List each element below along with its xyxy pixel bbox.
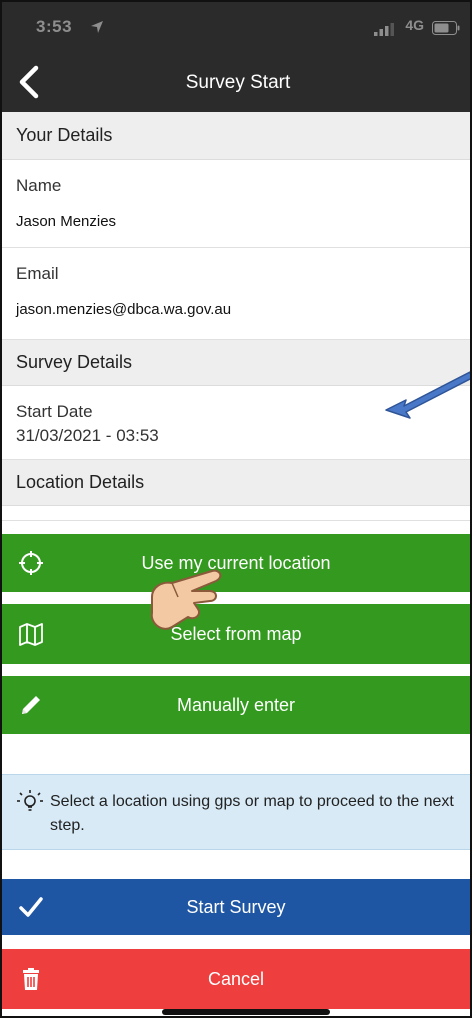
name-label: Name — [16, 176, 62, 195]
hint-text: Select a location using gps or map to pr… — [50, 793, 454, 834]
email-value: jason.menzies@dbca.wa.gov.au — [16, 301, 232, 318]
name-field: Name Jason Menzies — [2, 160, 470, 248]
nav-bar: Survey Start — [2, 52, 470, 112]
section-header-your-details: Your Details — [2, 112, 470, 160]
divider — [2, 520, 470, 521]
pencil-icon — [22, 696, 40, 714]
start-survey-label: Start Survey — [186, 896, 286, 917]
status-time: 3:53 — [36, 17, 73, 36]
manually-enter-button[interactable]: Manually enter — [2, 676, 470, 734]
email-field: Email jason.menzies@dbca.wa.gov.au — [2, 248, 470, 340]
top-header: 3:53 4G Survey Start — [2, 2, 470, 112]
trash-icon — [23, 968, 39, 990]
lightbulb-icon — [17, 790, 43, 811]
page-title: Survey Start — [185, 72, 291, 93]
manually-enter-label: Manually enter — [176, 694, 296, 715]
use-current-location-button[interactable]: Use my current location — [2, 534, 470, 592]
cancel-label: Cancel — [207, 968, 265, 989]
location-arrow-icon — [91, 21, 103, 33]
hint-banner: Select a location using gps or map to pr… — [2, 774, 470, 850]
check-icon — [19, 897, 43, 917]
network-type: 4G — [405, 17, 424, 33]
section-header-location-details: Location Details — [2, 460, 470, 506]
start-survey-button[interactable]: Start Survey — [2, 879, 470, 935]
app-screen: 3:53 4G Survey Start Your Details Name J… — [0, 0, 472, 1018]
hand-pointer-icon — [150, 569, 222, 630]
cancel-button[interactable]: Cancel — [2, 949, 470, 1009]
map-icon — [19, 623, 43, 646]
name-value: Jason Menzies — [16, 213, 117, 230]
battery-icon — [432, 21, 460, 35]
select-from-map-button[interactable]: Select from map — [2, 604, 470, 664]
annotation-arrow-icon — [385, 371, 470, 419]
crosshair-icon — [19, 551, 43, 575]
signal-icon — [374, 23, 394, 36]
status-bar: 3:53 4G — [2, 2, 470, 52]
home-indicator — [162, 1009, 330, 1015]
email-label: Email — [16, 264, 59, 283]
